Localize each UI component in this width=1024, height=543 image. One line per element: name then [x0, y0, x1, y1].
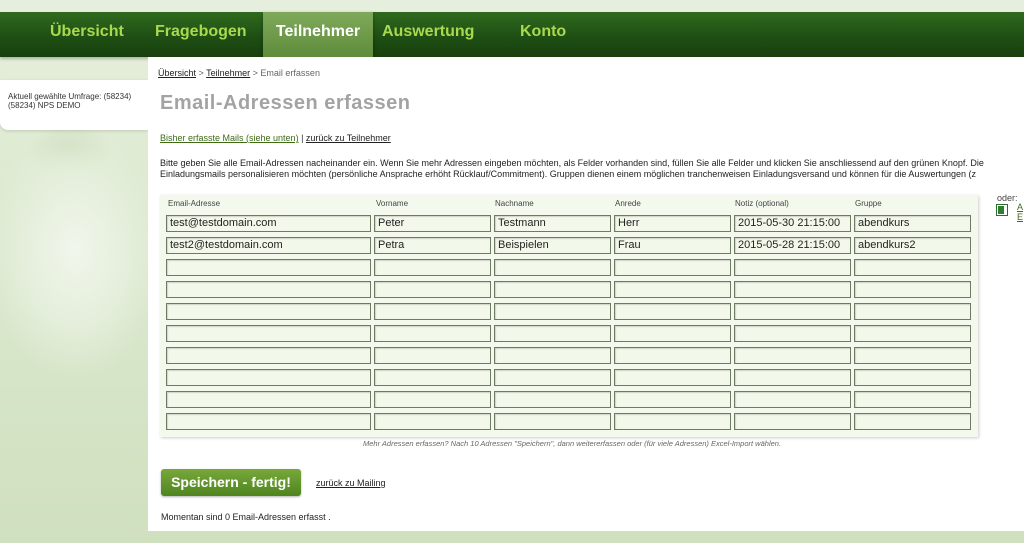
breadcrumb-separator: > [250, 68, 261, 78]
input-vorname-row-7[interactable] [374, 347, 491, 364]
input-vorname-row-1[interactable]: Peter [374, 215, 491, 232]
input-gruppe-row-7[interactable] [854, 347, 971, 364]
input-anrede-row-1[interactable]: Herr [614, 215, 731, 232]
input-notiz-row-9[interactable] [734, 391, 851, 408]
input-gruppe-row-3[interactable] [854, 259, 971, 276]
intro-line: Einladungsmails personalisieren möchten … [160, 169, 976, 179]
col-header-notiz: Notiz (optional) [735, 199, 789, 208]
breadcrumb: Übersicht > Teilnehmer > Email erfassen [158, 68, 320, 78]
nav-auswertung[interactable]: Auswertung [382, 12, 474, 57]
input-notiz-row-4[interactable] [734, 281, 851, 298]
top-links: Bisher erfasste Mails (siehe unten) | zu… [160, 133, 391, 143]
input-notiz-row-2[interactable]: 2015-05-28 21:15:00 [734, 237, 851, 254]
input-notiz-row-1[interactable]: 2015-05-30 21:15:00 [734, 215, 851, 232]
input-gruppe-row-6[interactable] [854, 325, 971, 342]
input-vorname-row-10[interactable] [374, 413, 491, 430]
breadcrumb-separator: > [196, 68, 207, 78]
link-back-mailing[interactable]: zurück zu Mailing [316, 478, 386, 488]
breadcrumb-current: Email erfassen [260, 68, 320, 78]
input-gruppe-row-4[interactable] [854, 281, 971, 298]
survey-info-panel: Aktuell gewählte Umfrage: (58234) (58234… [0, 80, 148, 130]
input-anrede-row-7[interactable] [614, 347, 731, 364]
breadcrumb-teilnehmer[interactable]: Teilnehmer [206, 68, 250, 78]
intro-line: Bitte geben Sie alle Email-Adressen nach… [160, 158, 984, 168]
top-strip [0, 0, 1024, 12]
col-header-email: Email-Adresse [168, 199, 221, 208]
input-nachname-row-5[interactable] [494, 303, 611, 320]
input-nachname-row-4[interactable] [494, 281, 611, 298]
intro-text: Bitte geben Sie alle Email-Adressen nach… [160, 158, 1024, 180]
input-email-row-10[interactable] [166, 413, 371, 430]
input-vorname-row-5[interactable] [374, 303, 491, 320]
input-notiz-row-6[interactable] [734, 325, 851, 342]
input-nachname-row-9[interactable] [494, 391, 611, 408]
input-nachname-row-1[interactable]: Testmann [494, 215, 611, 232]
col-header-anrede: Anrede [615, 199, 641, 208]
input-anrede-row-8[interactable] [614, 369, 731, 386]
input-email-row-4[interactable] [166, 281, 371, 298]
link-mails-list[interactable]: Bisher erfasste Mails (siehe unten) [160, 133, 299, 143]
input-anrede-row-6[interactable] [614, 325, 731, 342]
breadcrumb-uebersicht[interactable]: Übersicht [158, 68, 196, 78]
col-header-nachname: Nachname [495, 199, 534, 208]
current-survey-name: (58234) NPS DEMO [8, 101, 81, 110]
input-vorname-row-3[interactable] [374, 259, 491, 276]
input-nachname-row-10[interactable] [494, 413, 611, 430]
col-header-gruppe: Gruppe [855, 199, 882, 208]
input-nachname-row-8[interactable] [494, 369, 611, 386]
status-text: Momentan sind 0 Email-Adressen erfasst . [161, 512, 331, 522]
input-notiz-row-3[interactable] [734, 259, 851, 276]
input-gruppe-row-1[interactable]: abendkurs [854, 215, 971, 232]
input-email-row-9[interactable] [166, 391, 371, 408]
input-gruppe-row-8[interactable] [854, 369, 971, 386]
current-survey-label: Aktuell gewählte Umfrage: (58234) [8, 92, 132, 101]
input-vorname-row-9[interactable] [374, 391, 491, 408]
input-nachname-row-3[interactable] [494, 259, 611, 276]
input-email-row-6[interactable] [166, 325, 371, 342]
input-email-row-5[interactable] [166, 303, 371, 320]
excel-import-link[interactable]: A E [1017, 202, 1024, 222]
input-email-row-2[interactable]: test2@testdomain.com [166, 237, 371, 254]
main-nav: Übersicht Fragebogen Teilnehmer Auswertu… [0, 12, 1024, 58]
input-email-row-1[interactable]: test@testdomain.com [166, 215, 371, 232]
input-email-row-8[interactable] [166, 369, 371, 386]
input-email-row-3[interactable] [166, 259, 371, 276]
input-anrede-row-10[interactable] [614, 413, 731, 430]
link-separator: | [298, 133, 306, 143]
save-finish-button[interactable]: Speichern - fertig! [161, 469, 301, 496]
input-nachname-row-6[interactable] [494, 325, 611, 342]
input-notiz-row-5[interactable] [734, 303, 851, 320]
input-notiz-row-7[interactable] [734, 347, 851, 364]
nav-fragebogen[interactable]: Fragebogen [155, 12, 247, 57]
nav-teilnehmer[interactable]: Teilnehmer [263, 12, 373, 58]
input-email-row-7[interactable] [166, 347, 371, 364]
input-nachname-row-2[interactable]: Beispielen [494, 237, 611, 254]
table-note: Mehr Adressen erfassen? Nach 10 Adressen… [363, 439, 782, 448]
input-notiz-row-8[interactable] [734, 369, 851, 386]
input-gruppe-row-10[interactable] [854, 413, 971, 430]
input-vorname-row-6[interactable] [374, 325, 491, 342]
input-anrede-row-9[interactable] [614, 391, 731, 408]
input-anrede-row-3[interactable] [614, 259, 731, 276]
page-title: Email-Adressen erfassen [160, 92, 411, 114]
link-back-teilnehmer[interactable]: zurück zu Teilnehmer [306, 133, 391, 143]
input-gruppe-row-5[interactable] [854, 303, 971, 320]
col-header-vorname: Vorname [376, 199, 409, 208]
input-anrede-row-4[interactable] [614, 281, 731, 298]
nav-uebersicht[interactable]: Übersicht [50, 12, 124, 57]
input-anrede-row-2[interactable]: Frau [614, 237, 731, 254]
input-vorname-row-2[interactable]: Petra [374, 237, 491, 254]
input-vorname-row-4[interactable] [374, 281, 491, 298]
input-vorname-row-8[interactable] [374, 369, 491, 386]
content-area: Übersicht > Teilnehmer > Email erfassen … [148, 57, 1024, 531]
nav-konto[interactable]: Konto [520, 12, 566, 57]
oder-label: oder: [997, 193, 1018, 203]
excel-icon[interactable] [996, 204, 1008, 216]
input-gruppe-row-9[interactable] [854, 391, 971, 408]
input-notiz-row-10[interactable] [734, 413, 851, 430]
input-gruppe-row-2[interactable]: abendkurs2 [854, 237, 971, 254]
input-nachname-row-7[interactable] [494, 347, 611, 364]
input-anrede-row-5[interactable] [614, 303, 731, 320]
